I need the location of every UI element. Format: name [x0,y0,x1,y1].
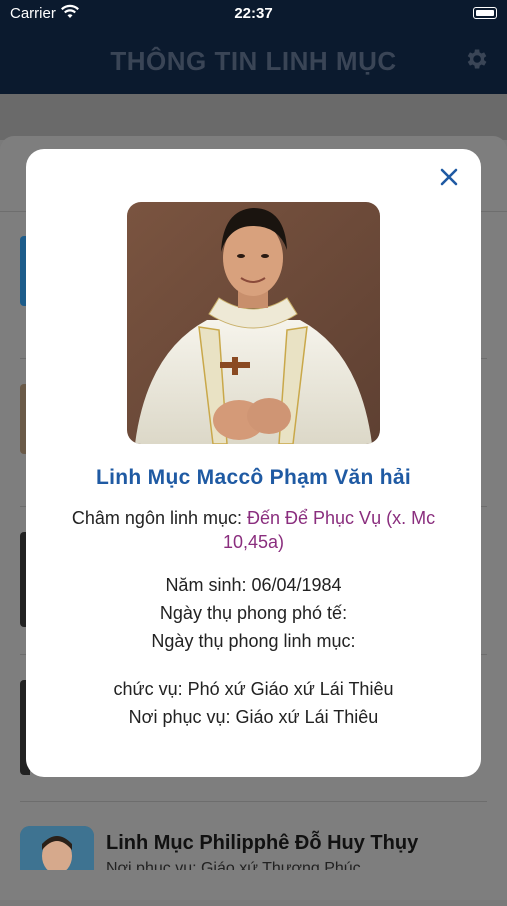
priest-position: chức vụ: Phó xứ Giáo xứ Lái Thiêu [113,679,394,699]
service-place: Nơi phục vụ: Giáo xứ Lái Thiêu [128,707,379,727]
priest-detail-modal: Linh Mục Maccô Phạm Văn hải Châm ngôn li… [26,149,481,777]
list-separator [20,801,487,802]
clock: 22:37 [234,5,273,22]
overlay-backdrop [0,94,507,140]
gear-icon[interactable] [463,46,489,72]
motto-label: Châm ngôn linh mục: [71,508,247,528]
page-title: THÔNG TIN LINH MỤC [110,46,397,76]
navigation-bar: THÔNG TIN LINH MỤC [0,28,507,94]
battery-icon [473,7,497,19]
home-indicator-area [0,870,507,900]
priest-ordination-date: Ngày thụ phong linh mục: [151,631,356,651]
close-icon[interactable] [437,165,461,189]
priest-photo [127,202,380,444]
priest-name: Linh Mục Maccô Phạm Văn hải [96,466,411,489]
priest-motto: Châm ngôn linh mục: Đến Để Phục Vụ (x. M… [56,506,451,554]
list-item-name: Linh Mục Philipphê Đỗ Huy Thụy [106,832,419,854]
birth-year: Năm sinh: 06/04/1984 [165,575,342,595]
deacon-ordination-date: Ngày thụ phong phó tế: [159,603,348,623]
status-bar: Carrier 22:37 [0,0,507,28]
motto-value: Đến Để Phục Vụ (x. Mc 10,45a) [222,508,436,552]
